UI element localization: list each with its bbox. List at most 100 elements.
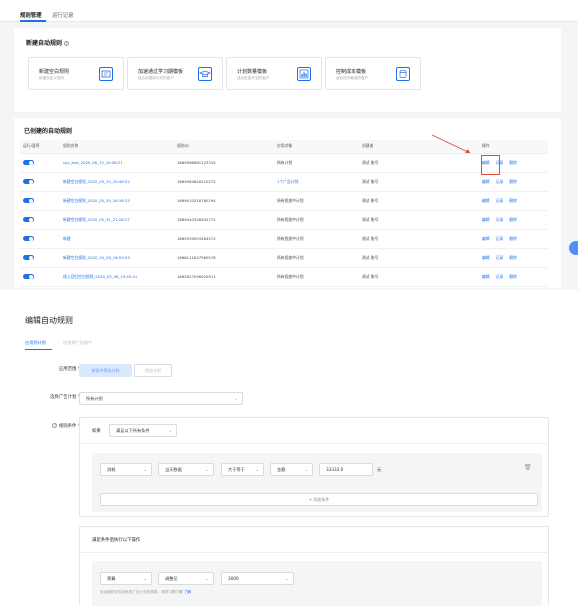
edit-highlight-box: [481, 155, 500, 175]
delete-link[interactable]: 删除: [509, 255, 517, 260]
trash-icon[interactable]: 🗑: [524, 464, 532, 471]
rules-table: 运行/暂停 规则名称 规则ID 应用对象 创建者 操作 cpc_test_202…: [20, 140, 548, 287]
delete-link[interactable]: 删除: [509, 179, 517, 184]
action-box: 满足条件后执行以下操作 预算 ⌄ 调整至 ⌄ 3000 ⌄ 自动规则仅支持修改广告计划…: [79, 526, 549, 606]
floating-help-button[interactable]: [569, 241, 578, 255]
row-creator: 测试 账号: [359, 267, 479, 287]
row-creator: 测试 账号: [359, 191, 479, 211]
divider: [80, 552, 548, 553]
row-actions: 编辑 记录 删除: [479, 191, 548, 211]
edit-link[interactable]: 编辑: [482, 274, 490, 279]
row-toggle: [20, 210, 60, 230]
chevron-down-icon: ⌄: [205, 576, 209, 581]
value-input-text: 33333.0: [326, 467, 344, 472]
learn-more-link[interactable]: 了解: [184, 590, 191, 594]
action-mode-select[interactable]: 调整至 ⌄: [158, 572, 214, 585]
row-name[interactable]: 新建空白规则_2020_05_15_20:48:52: [60, 172, 174, 192]
rules-section-title: 已创建的自动规则: [24, 128, 73, 135]
create-section-title: 新建自动规则?: [26, 38, 70, 47]
row-target: 1个广告计划: [274, 172, 359, 192]
records-link[interactable]: 记录: [496, 217, 504, 222]
records-link[interactable]: 记录: [496, 255, 504, 260]
row-name[interactable]: cpc_test_2020_06_15_20:08:21: [60, 153, 174, 173]
scope-specify-button[interactable]: 指定计划: [134, 364, 172, 377]
help-icon[interactable]: ?: [64, 41, 70, 46]
row-name[interactable]: 线上回归空白规则_2020_05_08_15:45:41: [60, 267, 174, 287]
row-id: 1669010218760294: [174, 191, 274, 211]
chevron-down-icon: ⌄: [234, 396, 238, 401]
row-toggle: [20, 267, 60, 287]
add-condition-button[interactable]: + 添加条件: [100, 493, 538, 506]
edit-link[interactable]: 编辑: [482, 179, 490, 184]
tab-run-records[interactable]: 运行记录: [52, 11, 74, 19]
records-link[interactable]: 记录: [496, 198, 504, 203]
tab-rule-management[interactable]: 规则管理: [20, 11, 42, 19]
template-title: 计划数量模板: [237, 69, 268, 75]
rule-label-text: 规则条件: [58, 424, 77, 429]
help-icon[interactable]: ?: [52, 423, 58, 428]
row-creator: 测试 账号: [359, 248, 479, 268]
template-plan-count[interactable]: 计划数量模板 适合批量开启的客户: [226, 57, 322, 90]
top-tabs: 规则管理 运行记录: [0, 0, 578, 22]
chevron-down-icon: ⌄: [168, 428, 172, 433]
subtab-apply-to-account[interactable]: 应用到广告账户: [63, 340, 92, 346]
row-name[interactable]: 新建空白规则_2020_05_31_21:28:27: [60, 210, 174, 230]
row-name[interactable]: 新建: [60, 229, 174, 249]
template-blank[interactable]: 新建空白规则 新建自定义规则: [28, 57, 124, 90]
create-section-title-text: 新建自动规则: [26, 40, 63, 47]
metric-select[interactable]: 消耗 ⌄: [100, 463, 152, 476]
delete-link[interactable]: 删除: [509, 217, 517, 222]
scope-label-text: 应用范围: [58, 367, 77, 372]
unit-type-select[interactable]: 金额 ⌄: [270, 463, 313, 476]
col-actions: 操作: [479, 140, 548, 154]
bar-chart-icon: [297, 67, 311, 81]
operator-select[interactable]: 大于等于 ⌄: [221, 463, 264, 476]
run-toggle[interactable]: [23, 197, 34, 204]
red-arrow: [431, 134, 471, 154]
records-link[interactable]: 记录: [496, 236, 504, 241]
edit-link[interactable]: 编辑: [482, 198, 490, 203]
records-link[interactable]: 记录: [496, 179, 504, 184]
edit-link[interactable]: 编辑: [482, 255, 490, 260]
row-creator: 测试 账号: [359, 229, 479, 249]
action-field-select[interactable]: 预算 ⌄: [100, 572, 152, 585]
subtab-apply-to-plan[interactable]: 应用到计划: [25, 340, 46, 346]
run-toggle[interactable]: [23, 216, 34, 223]
row-creator: 测试 账号: [359, 172, 479, 192]
chevron-down-icon: ⌄: [285, 576, 289, 581]
delete-link[interactable]: 删除: [509, 236, 517, 241]
row-id: 1666111647560576: [174, 248, 274, 268]
plan-label-text: 选择广告计划: [50, 395, 77, 400]
run-toggle[interactable]: [23, 273, 34, 280]
delete-link[interactable]: 删除: [509, 160, 517, 165]
template-desc: 适合创建新计划的客户: [138, 76, 174, 80]
action-value-input[interactable]: 3000 ⌄: [221, 572, 294, 585]
scope-filter-button[interactable]: 按条件筛选计划: [79, 364, 132, 377]
plan-select[interactable]: 所有计划 ⌄: [79, 392, 243, 405]
table-row: 新建空白规则_2020_05_29_16:38:33 16690102187602…: [20, 191, 548, 211]
run-toggle[interactable]: [23, 235, 34, 242]
template-title: 新建空白规则: [39, 69, 70, 75]
action-row-panel: 预算 ⌄ 调整至 ⌄ 3000 ⌄ 自动规则仅支持修改广告计划的预算，请学习期了解 了…: [92, 561, 542, 606]
row-name[interactable]: 新建空白规则_2020_05_29_16:38:33: [60, 191, 174, 211]
template-desc: 适合批量开启的客户: [237, 76, 270, 80]
match-select-value: 满足以下所有条件: [116, 428, 150, 433]
template-accelerate[interactable]: 加速通过学习期模板 适合创建新计划的客户: [127, 57, 223, 90]
chevron-down-icon: ⌄: [143, 467, 147, 472]
records-link[interactable]: 记录: [496, 274, 504, 279]
value-input[interactable]: 33333.0: [319, 463, 373, 476]
run-toggle[interactable]: [23, 254, 34, 261]
period-select[interactable]: 当天数据 ⌄: [158, 463, 214, 476]
delete-link[interactable]: 删除: [509, 274, 517, 279]
template-cost-control[interactable]: 控制成本模板 适合成本敏感的客户: [325, 57, 421, 90]
run-toggle[interactable]: [23, 178, 34, 185]
run-toggle[interactable]: [23, 159, 34, 166]
col-toggle: 运行/暂停: [20, 140, 60, 154]
match-select[interactable]: 满足以下所有条件 ⌄: [109, 424, 177, 437]
row-actions: 编辑 记录 删除: [479, 248, 548, 268]
edit-link[interactable]: 编辑: [482, 217, 490, 222]
edit-link[interactable]: 编辑: [482, 236, 490, 241]
row-name[interactable]: 新建空白规则_2020_04_28_16:59:53: [60, 248, 174, 268]
rule-icon: [99, 67, 113, 81]
delete-link[interactable]: 删除: [509, 198, 517, 203]
